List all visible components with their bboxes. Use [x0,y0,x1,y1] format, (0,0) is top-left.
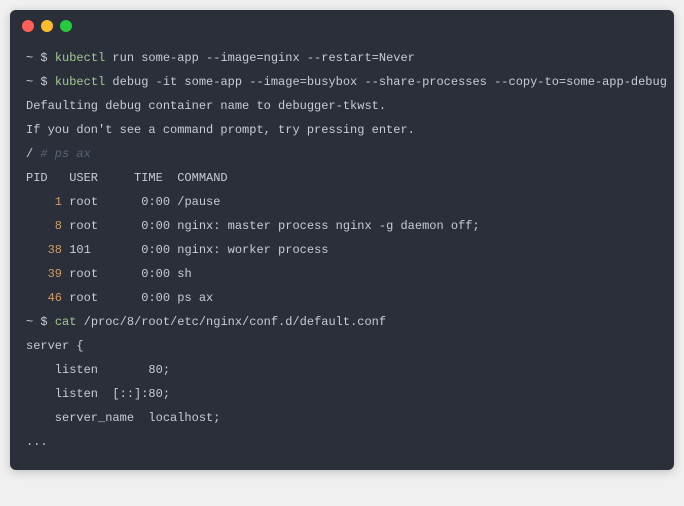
ps-pid: 39 [26,267,69,281]
ps-user: root [69,267,98,281]
minimize-button[interactable] [41,20,53,32]
prompt: ~ $ [26,315,55,329]
nginx-config-line: server { [26,339,84,353]
nginx-config-line: server_name localhost; [26,411,220,425]
nginx-config-line: listen 80; [26,363,170,377]
output-line: Defaulting debug container name to debug… [26,99,386,113]
ellipsis: ... [26,435,48,449]
ps-user: root [69,219,98,233]
ps-rest: 0:00 sh [98,267,192,281]
ps-rest: 0:00 ps ax [98,291,213,305]
command-kubectl: kubectl [55,75,113,89]
close-button[interactable] [22,20,34,32]
ps-pid: 46 [26,291,69,305]
nginx-config-line: listen [::]:80; [26,387,170,401]
cat-path: /proc/8/root/etc/nginx/conf.d/default.co… [84,315,386,329]
prompt: ~ $ [26,75,55,89]
command-kubectl: kubectl [55,51,113,65]
terminal-content[interactable]: ~ $ kubectl run some-app --image=nginx -… [10,38,674,470]
ps-command: # ps ax [40,147,90,161]
maximize-button[interactable] [60,20,72,32]
ps-rest: 0:00 nginx: master process nginx -g daem… [98,219,480,233]
ps-rest: 0:00 nginx: worker process [91,243,329,257]
ps-pid: 8 [26,219,69,233]
ps-rest: 0:00 /pause [98,195,220,209]
title-bar [10,10,674,38]
ps-user: root [69,195,98,209]
ps-header: PID USER TIME COMMAND [26,171,228,185]
command-args: debug -it some-app --image=busybox --sha… [112,75,667,89]
ps-pid: 1 [26,195,69,209]
terminal-window: ~ $ kubectl run some-app --image=nginx -… [10,10,674,470]
ps-user: 101 [69,243,91,257]
output-line: If you don't see a command prompt, try p… [26,123,415,137]
command-args: run some-app --image=nginx --restart=Nev… [112,51,414,65]
command-cat: cat [55,315,84,329]
prompt: ~ $ [26,51,55,65]
ps-pid: 38 [26,243,69,257]
ps-user: root [69,291,98,305]
prompt: / [26,147,40,161]
